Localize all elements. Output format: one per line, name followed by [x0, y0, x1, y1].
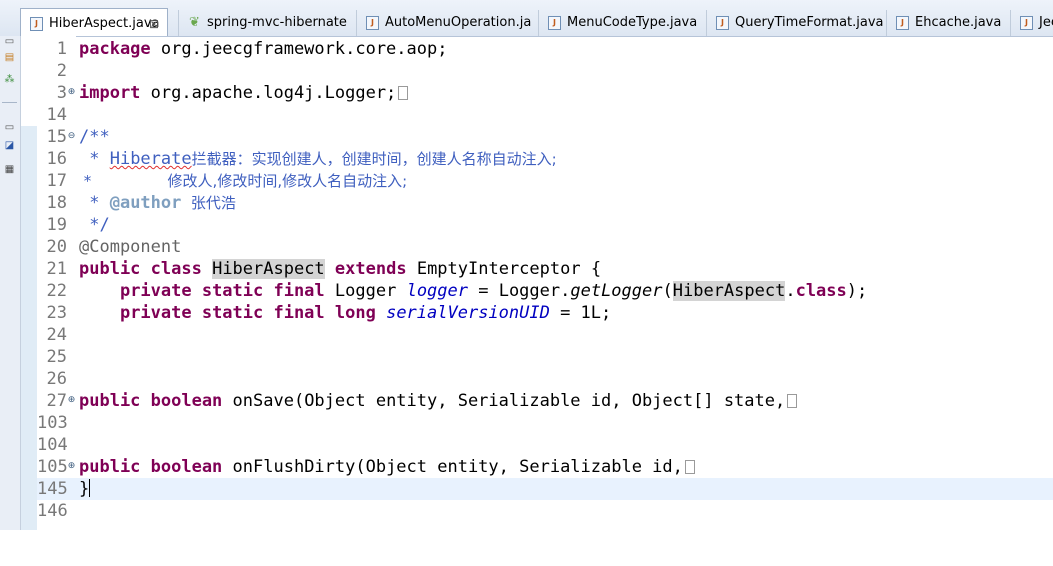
- line-number: 22: [46, 281, 67, 301]
- console-icon[interactable]: ◪: [3, 140, 16, 151]
- java-file-icon: J: [896, 16, 909, 30]
- restore-icon[interactable]: ▭: [3, 36, 16, 47]
- line-number: 25: [46, 347, 67, 367]
- line-code: }: [79, 479, 91, 499]
- line-code: * Hiberate拦截器：实现创建人，创建时间，创建人名称自动注入;: [79, 149, 557, 169]
- tab-menucodetype[interactable]: J MenuCodeType.java: [538, 10, 706, 36]
- expand-fold-icon[interactable]: ⊕: [67, 462, 76, 471]
- java-file-icon: J: [716, 16, 729, 30]
- line-code: import org.apache.log4j.Logger;: [79, 82, 409, 104]
- line-code: */: [79, 215, 110, 235]
- hierarchy-icon[interactable]: ▤: [3, 52, 16, 63]
- java-file-icon: J: [548, 16, 561, 30]
- line-number: 3: [56, 83, 67, 103]
- line-number: 2: [56, 61, 67, 81]
- line-number: 27: [46, 391, 67, 411]
- line-code: public boolean onFlushDirty(Object entit…: [79, 456, 695, 478]
- code-line[interactable]: 25: [37, 346, 1053, 368]
- code-line[interactable]: 26: [37, 368, 1053, 390]
- line-number: 17: [46, 171, 67, 191]
- line-number: 20: [46, 237, 67, 257]
- code-line[interactable]: 20 @Component: [37, 236, 1053, 258]
- expand-fold-icon[interactable]: ⊕: [67, 396, 76, 405]
- tab-jee[interactable]: J Jee: [1010, 10, 1053, 36]
- line-number: 104: [37, 435, 68, 455]
- tab-label: AutoMenuOperation.ja: [385, 15, 532, 30]
- tab-label: Jee: [1039, 15, 1053, 30]
- toolbar-separator: [2, 102, 17, 103]
- line-code: private static final long serialVersionU…: [119, 303, 612, 323]
- code-line[interactable]: 16 * Hiberate拦截器：实现创建人，创建时间，创建人名称自动注入;: [37, 148, 1053, 170]
- code-line[interactable]: 1 package org.jeecgframework.core.aop;: [37, 38, 1053, 60]
- tab-label: Ehcache.java: [915, 15, 1002, 30]
- folded-code-marker[interactable]: [684, 460, 695, 474]
- line-number: 14: [46, 105, 67, 125]
- code-line[interactable]: 2: [37, 60, 1053, 82]
- code-line[interactable]: 27 ⊕ public boolean onSave(Object entity…: [37, 390, 1053, 412]
- code-line[interactable]: 3 ⊕ import org.apache.log4j.Logger;: [37, 82, 1053, 104]
- line-number: 26: [46, 369, 67, 389]
- line-code: * @author 张代浩: [79, 193, 236, 213]
- code-line[interactable]: 103: [37, 412, 1053, 434]
- folded-code-marker[interactable]: [787, 394, 798, 408]
- left-trim-toolbar: ▭ ▤ ⁂ ▭ ◪ ▦: [0, 36, 21, 530]
- line-number: 105: [37, 457, 68, 477]
- text-cursor: [89, 479, 91, 497]
- code-line-current[interactable]: 145 }: [37, 478, 1053, 500]
- spring-leaf-icon: ❦: [189, 15, 200, 30]
- code-line[interactable]: 14: [37, 104, 1053, 126]
- line-code: public class HiberAspect extends EmptyIn…: [79, 259, 602, 279]
- line-code: @Component: [79, 237, 182, 257]
- line-number: 21: [46, 259, 67, 279]
- tab-ehcache[interactable]: J Ehcache.java: [886, 10, 1010, 36]
- line-code: private static final Logger logger = Log…: [119, 281, 868, 301]
- properties-icon[interactable]: ▦: [3, 164, 16, 175]
- code-line[interactable]: 19 */: [37, 214, 1053, 236]
- line-number: 146: [37, 501, 68, 521]
- tab-hiberaspect-java[interactable]: J HiberAspect.java ⊠: [20, 8, 168, 36]
- restore-icon[interactable]: ▭: [3, 122, 16, 133]
- java-file-icon: J: [1020, 16, 1033, 30]
- code-line[interactable]: 21 public class HiberAspect extends Empt…: [37, 258, 1053, 280]
- tab-automenuoperation[interactable]: J AutoMenuOperation.ja: [356, 10, 538, 36]
- tab-label: HiberAspect.java: [49, 16, 160, 31]
- folded-code-marker[interactable]: [398, 86, 409, 100]
- line-number: 19: [46, 215, 67, 235]
- editor-tab-bar: J HiberAspect.java ⊠ ❦ spring-mvc-hibern…: [0, 0, 1053, 37]
- tab-label: spring-mvc-hibernate: [207, 15, 347, 30]
- line-number: 18: [46, 193, 67, 213]
- ruler-range-indicator: [21, 126, 37, 530]
- collapse-fold-icon[interactable]: ⊖: [67, 132, 76, 141]
- code-line[interactable]: 18 * @author 张代浩: [37, 192, 1053, 214]
- tab-spring-mvc-hibernate[interactable]: ❦ spring-mvc-hibernate: [178, 10, 358, 36]
- tab-querytimeformat[interactable]: J QueryTimeFormat.java: [706, 10, 886, 36]
- type-hierarchy-icon[interactable]: ⁂: [3, 74, 16, 85]
- line-code: * 修改人,修改时间,修改人名自动注入;: [79, 172, 408, 190]
- tab-label: QueryTimeFormat.java: [735, 15, 884, 30]
- java-file-icon: J: [30, 17, 43, 31]
- close-tab-icon[interactable]: ⊠: [149, 9, 159, 36]
- code-editor[interactable]: 1 package org.jeecgframework.core.aop; 2…: [37, 38, 1053, 530]
- line-number: 16: [46, 149, 67, 169]
- code-line[interactable]: 104: [37, 434, 1053, 456]
- code-line[interactable]: 17 * 修改人,修改时间,修改人名自动注入;: [37, 170, 1053, 192]
- code-line[interactable]: 24: [37, 324, 1053, 346]
- line-number: 145: [37, 479, 68, 499]
- line-code: package org.jeecgframework.core.aop;: [79, 39, 448, 59]
- expand-fold-icon[interactable]: ⊕: [67, 88, 76, 97]
- code-line[interactable]: 146: [37, 500, 1053, 522]
- line-code: /**: [79, 127, 110, 147]
- line-number: 24: [46, 325, 67, 345]
- tab-label: MenuCodeType.java: [567, 15, 698, 30]
- line-number: 23: [46, 303, 67, 323]
- code-line[interactable]: 22 private static final Logger logger = …: [37, 280, 1053, 302]
- line-number: 103: [37, 413, 68, 433]
- code-line[interactable]: 15 ⊖ /**: [37, 126, 1053, 148]
- java-file-icon: J: [366, 16, 379, 30]
- code-line[interactable]: 23 private static final long serialVersi…: [37, 302, 1053, 324]
- code-line[interactable]: 105 ⊕ public boolean onFlushDirty(Object…: [37, 456, 1053, 478]
- line-code: public boolean onSave(Object entity, Ser…: [79, 390, 798, 412]
- line-number: 1: [56, 39, 67, 59]
- line-number: 15: [46, 127, 67, 147]
